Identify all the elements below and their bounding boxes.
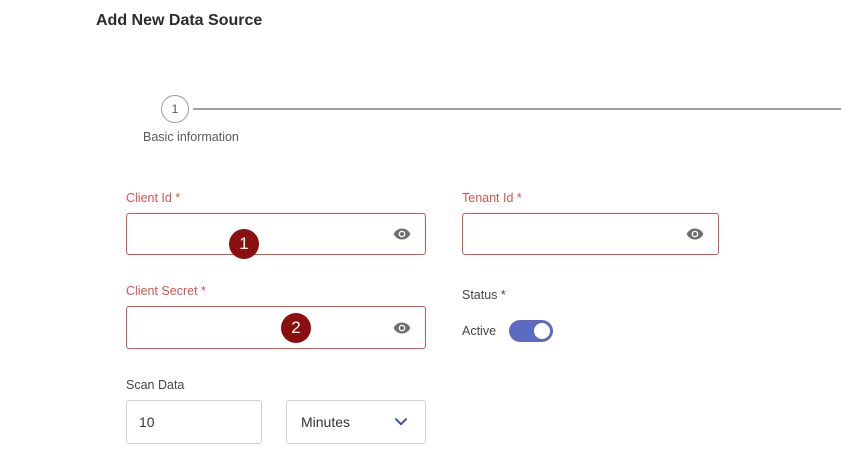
annotation-marker-1: 1	[229, 229, 259, 259]
status-toggle[interactable]	[509, 320, 553, 342]
page-title: Add New Data Source	[96, 12, 263, 29]
status-label: Status *	[462, 288, 506, 302]
client-secret-label: Client Secret *	[126, 284, 206, 298]
status-toggle-label: Active	[462, 324, 497, 338]
tenant-id-input[interactable]	[463, 214, 718, 254]
step-number-circle[interactable]: 1	[161, 95, 189, 123]
client-id-field	[126, 213, 426, 255]
client-id-label: Client Id *	[126, 191, 181, 205]
client-id-input[interactable]	[127, 214, 425, 254]
client-secret-input[interactable]	[127, 307, 425, 348]
scan-data-input[interactable]	[127, 401, 261, 443]
eye-icon[interactable]	[393, 228, 411, 240]
tenant-id-field	[462, 213, 719, 255]
tenant-id-label: Tenant Id *	[462, 191, 522, 205]
eye-icon[interactable]	[686, 228, 704, 240]
scan-data-label: Scan Data	[126, 378, 185, 392]
scan-data-unit-select[interactable]: Minutes	[286, 400, 426, 444]
scan-data-field	[126, 400, 262, 444]
chevron-down-icon	[395, 418, 407, 426]
step-connector-line	[193, 108, 841, 110]
status-toggle-knob	[534, 323, 550, 339]
step-label: Basic information	[143, 130, 239, 144]
client-secret-field	[126, 306, 426, 349]
eye-icon[interactable]	[393, 322, 411, 334]
scan-data-unit-value: Minutes	[301, 414, 351, 430]
step-number: 1	[171, 102, 179, 116]
annotation-marker-2: 2	[281, 313, 311, 343]
